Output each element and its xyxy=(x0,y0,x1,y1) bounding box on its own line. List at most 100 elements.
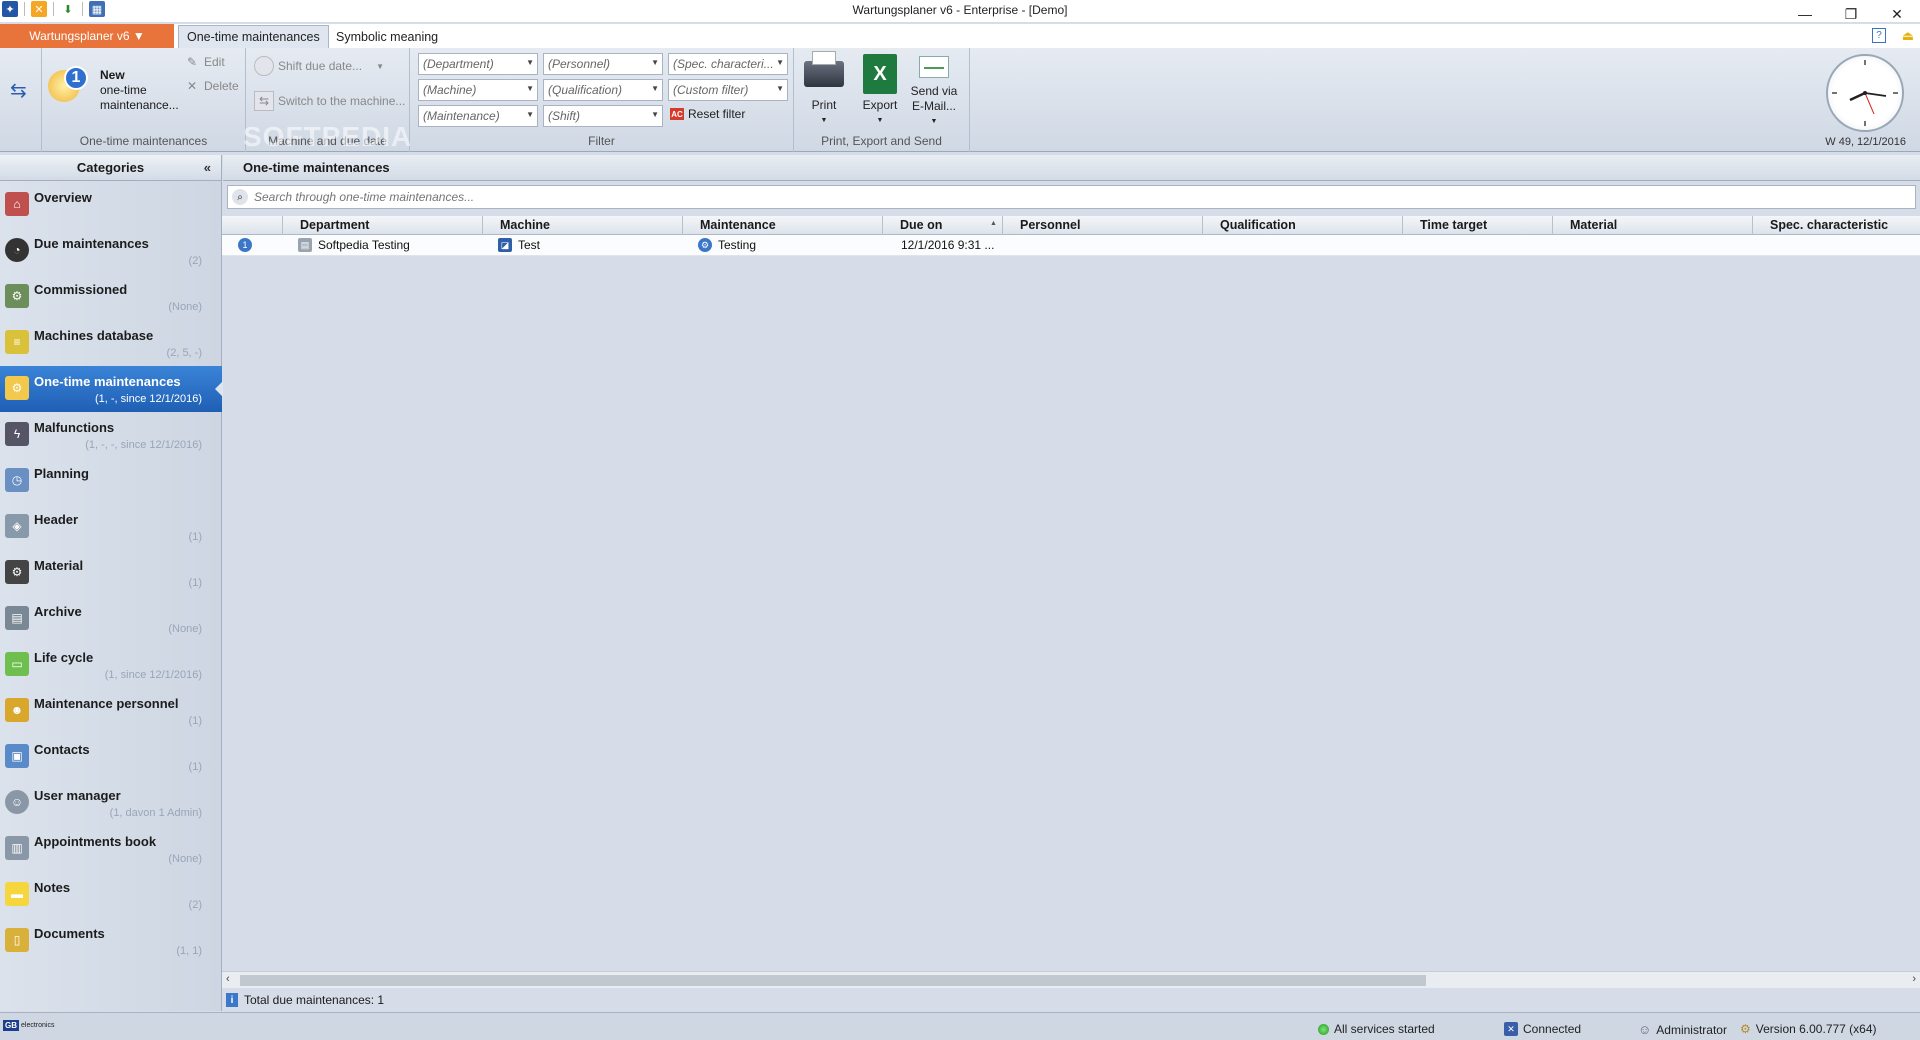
switch-machine-button[interactable]: ⇆ Switch to the machine... xyxy=(254,91,405,111)
total-label: Total due maintenances: 1 xyxy=(244,993,385,1007)
spec-characteristic-filter[interactable]: (Spec. characteri... ▼ xyxy=(668,53,788,75)
category-due-maintenances[interactable]: ◔ Due maintenances (2) xyxy=(0,228,222,274)
shift-due-date-button[interactable]: Shift due date... ▼ xyxy=(254,56,384,76)
delete-icon: ✕ xyxy=(186,79,198,93)
scroll-left-icon[interactable]: ‹ xyxy=(226,973,230,985)
reset-filter-label: Reset filter xyxy=(688,107,746,121)
category-appointments-book[interactable]: ▥ Appointments book (None) xyxy=(0,826,222,872)
column-divider xyxy=(1202,216,1203,235)
category-life-cycle[interactable]: ▭ Life cycle (1, since 12/1/2016) xyxy=(0,642,222,688)
app-menu-button[interactable]: Wartungsplaner v6 ▼ xyxy=(0,24,174,48)
edit-button[interactable]: ✎ Edit xyxy=(184,54,225,70)
category-material[interactable]: ⚙ Material (1) xyxy=(0,550,222,596)
qualification-filter[interactable]: (Qualification) ▼ xyxy=(543,79,663,101)
reset-filter-icon: AC xyxy=(670,108,684,120)
switch-machine-label: Switch to the machine... xyxy=(278,94,406,108)
tab-one-time-maintenances[interactable]: One-time maintenances xyxy=(178,25,329,48)
category-count: (None) xyxy=(168,853,202,865)
column-divider xyxy=(682,216,683,235)
ribbon-group-print-export-send: Print ▼ X Export ▼ Send via E-Mail... ▼ … xyxy=(794,48,970,152)
table-row[interactable]: 1 ▤ Softpedia Testing ◪ Test ⚙ Testing 1… xyxy=(222,235,1920,256)
category-user-manager[interactable]: ☺ User manager (1, davon 1 Admin) xyxy=(0,780,222,826)
services-label: All services started xyxy=(1334,1022,1435,1036)
column-header-due-on[interactable]: Due on xyxy=(900,218,942,232)
shift-date-icon xyxy=(254,56,274,76)
group-label: One-time maintenances xyxy=(79,134,208,148)
department-filter-value: (Department) xyxy=(423,57,494,71)
category-malfunctions[interactable]: ϟ Malfunctions (1, -, -, since 12/1/2016… xyxy=(0,412,222,458)
maintenance-filter[interactable]: (Maintenance) ▼ xyxy=(418,105,538,127)
ribbon: ⇆ 1 New one-time maintenance... ✎ Edit ✕… xyxy=(0,48,1920,152)
category-count: (None) xyxy=(168,301,202,313)
department-filter[interactable]: (Department) ▼ xyxy=(418,53,538,75)
column-header-personnel[interactable]: Personnel xyxy=(1020,218,1080,232)
search-icon[interactable]: ⌕ xyxy=(232,189,248,205)
column-header-department[interactable]: Department xyxy=(300,218,369,232)
send-label-2: E-Mail... xyxy=(911,99,956,113)
category-planning[interactable]: ◷ Planning xyxy=(0,458,222,504)
column-divider xyxy=(1402,216,1403,235)
shift-filter-value: (Shift) xyxy=(548,109,581,123)
category-documents[interactable]: ▯ Documents (1, 1) xyxy=(0,918,222,964)
category-notes[interactable]: ▬ Notes (2) xyxy=(0,872,222,918)
collapse-panel-button[interactable]: « xyxy=(204,160,211,175)
column-divider xyxy=(1552,216,1553,235)
category-header[interactable]: ◈ Header (1) xyxy=(0,504,222,550)
search-box: ⌕ xyxy=(227,185,1916,209)
category-count: (None) xyxy=(168,623,202,635)
scroll-right-icon[interactable]: › xyxy=(1912,973,1916,985)
total-summary: i Total due maintenances: 1 xyxy=(226,993,384,1007)
category-maintenance-personnel[interactable]: ☻ Maintenance personnel (1) xyxy=(0,688,222,734)
new-label-line3: maintenance... xyxy=(100,98,179,112)
column-header-maintenance[interactable]: Maintenance xyxy=(700,218,776,232)
house-icon: ⌂ xyxy=(5,192,29,216)
column-header-qualification[interactable]: Qualification xyxy=(1220,218,1296,232)
help-icon[interactable]: ? xyxy=(1872,28,1886,43)
sort-ascending-icon: ▲ xyxy=(990,220,997,227)
category-archive[interactable]: ▤ Archive (None) xyxy=(0,596,222,642)
search-input[interactable] xyxy=(254,189,1854,205)
new-maintenance-icon[interactable]: 1 xyxy=(48,64,92,108)
ribbon-group-one-time-maintenances: 1 New one-time maintenance... ✎ Edit ✕ D… xyxy=(42,48,246,152)
column-header-material[interactable]: Material xyxy=(1570,218,1617,232)
export-button[interactable]: X Export ▼ xyxy=(854,52,906,128)
category-one-time-maintenances[interactable]: ⚙ One-time maintenances (1, -, since 12/… xyxy=(0,366,223,412)
note-icon: ▬ xyxy=(5,882,29,906)
clock-widget xyxy=(1826,54,1904,132)
horizontal-scrollbar[interactable]: ‹ › xyxy=(222,971,1920,988)
department-icon: ▤ xyxy=(298,238,312,252)
custom-filter[interactable]: (Custom filter) ▼ xyxy=(668,79,788,101)
category-count: (2) xyxy=(188,255,202,267)
delete-button[interactable]: ✕ Delete xyxy=(184,78,239,94)
personnel-filter[interactable]: (Personnel) ▼ xyxy=(543,53,663,75)
department-value: Softpedia Testing xyxy=(318,238,410,252)
warning-icon[interactable]: ⏏ xyxy=(1902,28,1914,44)
category-contacts[interactable]: ▣ Contacts (1) xyxy=(0,734,222,780)
reset-filter-button[interactable]: AC Reset filter xyxy=(670,107,745,121)
email-icon xyxy=(912,52,956,82)
contacts-icon: ▣ xyxy=(5,744,29,768)
machine-icon: ◪ xyxy=(498,238,512,252)
category-count: (1, since 12/1/2016) xyxy=(104,669,202,681)
send-email-button[interactable]: Send via E-Mail... ▼ xyxy=(908,52,960,129)
scrollbar-thumb[interactable] xyxy=(240,975,1426,986)
tab-symbolic-meaning[interactable]: Symbolic meaning xyxy=(328,25,446,48)
shift-filter[interactable]: (Shift) ▼ xyxy=(543,105,663,127)
refresh-icon[interactable]: ⇆ xyxy=(10,78,27,103)
book-icon: ▥ xyxy=(5,836,29,860)
logo-text: electronics xyxy=(21,1021,55,1029)
grid-header: Department Machine Maintenance Due on ▲ … xyxy=(222,216,1920,235)
category-machines-database[interactable]: ≡ Machines database (2, 5, -) xyxy=(0,320,222,366)
column-header-machine[interactable]: Machine xyxy=(500,218,550,232)
column-header-spec-characteristic[interactable]: Spec. characteristic xyxy=(1770,218,1888,232)
new-maintenance-button[interactable]: New one-time maintenance... xyxy=(100,68,179,113)
category-label: Life cycle xyxy=(34,650,94,665)
machine-value: Test xyxy=(518,238,541,252)
column-header-time-target[interactable]: Time target xyxy=(1420,218,1487,232)
print-button[interactable]: Print ▼ xyxy=(798,51,850,128)
machine-filter[interactable]: (Machine) ▼ xyxy=(418,79,538,101)
category-commissioned[interactable]: ⚙ Commissioned (None) xyxy=(0,274,222,320)
category-overview[interactable]: ⌂ Overview xyxy=(0,182,222,228)
custom-filter-value: (Custom filter) xyxy=(673,83,749,97)
column-divider xyxy=(1752,216,1753,235)
